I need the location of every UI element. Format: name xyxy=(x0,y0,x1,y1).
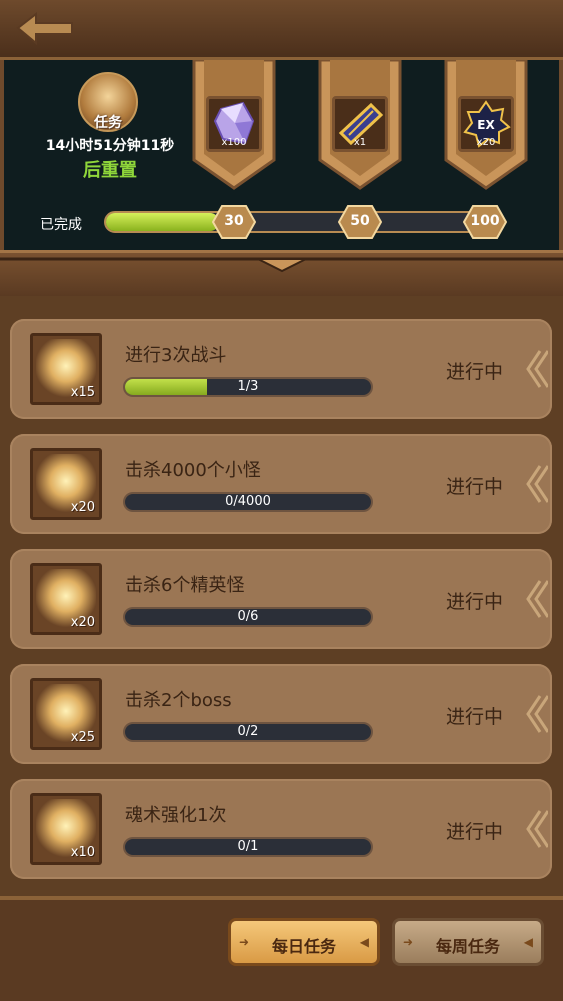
task-progress-text: 0/2 xyxy=(237,724,259,739)
reward-count: x20 xyxy=(476,137,496,148)
ornament-divider xyxy=(0,257,563,273)
task-icon-label: 任务 xyxy=(94,115,122,131)
task-status: 进行中 xyxy=(446,361,504,383)
reward-slot: x100 xyxy=(206,96,262,152)
chevron-left-icon xyxy=(526,350,548,388)
task-title: 击杀6个精英怪 xyxy=(125,575,245,596)
tab-label: 每周任务 xyxy=(435,937,500,956)
reward-banner-3[interactable]: EX x20 xyxy=(442,60,530,190)
milestone-value: 100 xyxy=(470,213,500,229)
task-progress-text: 0/1 xyxy=(237,839,259,854)
task-title: 击杀2个boss xyxy=(125,690,232,711)
reward-count: x20 xyxy=(70,500,95,515)
chevron-left-icon xyxy=(526,580,548,618)
tab-label: 每日任务 xyxy=(271,937,336,956)
reward-count: x20 xyxy=(70,615,95,630)
reward-scroll-slot: x15 xyxy=(30,333,102,405)
reward-scroll-slot: x20 xyxy=(30,448,102,520)
reward-banner-2[interactable]: x1 xyxy=(316,60,404,190)
reward-scroll-slot: x20 xyxy=(30,563,102,635)
header-divider xyxy=(0,250,563,296)
task-status: 进行中 xyxy=(446,706,504,728)
back-button[interactable] xyxy=(16,10,76,48)
task-card[interactable]: x10 魂术强化1次 0/1 进行中 xyxy=(10,779,552,879)
task-scroll-icon: 任务 xyxy=(78,72,138,132)
task-card[interactable]: x20 击杀4000个小怪 0/4000 进行中 xyxy=(10,434,552,534)
milestone-100[interactable]: 100 xyxy=(462,204,508,240)
back-arrow-icon xyxy=(16,11,73,46)
reward-scroll-slot: x25 xyxy=(30,678,102,750)
reset-label: 后重置 xyxy=(83,160,137,181)
task-card[interactable]: x20 击杀6个精英怪 0/6 进行中 xyxy=(10,549,552,649)
task-title: 魂术强化1次 xyxy=(125,805,227,826)
task-progress-text: 1/3 xyxy=(237,379,259,394)
task-card[interactable]: x15 进行3次战斗 1/3 进行中 xyxy=(10,319,552,419)
task-progress-bar: 1/3 xyxy=(123,377,373,397)
milestone-value: 30 xyxy=(224,213,244,229)
reward-count: x100 xyxy=(221,137,247,148)
task-title: 击杀4000个小怪 xyxy=(125,460,261,481)
reward-count: x1 xyxy=(353,137,367,148)
chevron-left-icon xyxy=(526,465,548,503)
svg-text:EX: EX xyxy=(477,118,495,132)
activity-progress-fill xyxy=(106,213,219,231)
tab-weekly-tasks[interactable]: ➜ 每周任务 ◀ xyxy=(392,918,544,966)
top-bar xyxy=(0,0,563,60)
task-title: 进行3次战斗 xyxy=(125,345,227,366)
reset-timer: 14小时51分钟11秒 xyxy=(45,138,175,154)
reward-slot: x1 xyxy=(332,96,388,152)
task-status: 进行中 xyxy=(446,821,504,843)
task-progress-bar: 0/2 xyxy=(123,722,373,742)
arrow-left-icon: ◀ xyxy=(523,935,533,949)
task-status: 进行中 xyxy=(446,591,504,613)
reward-count: x15 xyxy=(70,385,95,400)
milestone-50[interactable]: 50 xyxy=(337,204,383,240)
task-progress-text: 0/4000 xyxy=(225,494,271,509)
activity-progress-bar xyxy=(104,211,496,233)
reward-count: x25 xyxy=(70,730,95,745)
reward-banner-1[interactable]: x100 xyxy=(190,60,278,190)
reward-slot: EX x20 xyxy=(458,96,514,152)
task-progress-bar: 0/1 xyxy=(123,837,373,857)
task-progress-bar: 0/6 xyxy=(123,607,373,627)
completed-label: 已完成 xyxy=(40,217,82,233)
reward-count: x10 xyxy=(70,845,95,860)
task-progress-bar: 0/4000 xyxy=(123,492,373,512)
reward-scroll-slot: x10 xyxy=(30,793,102,865)
task-card[interactable]: x25 击杀2个boss 0/2 进行中 xyxy=(10,664,552,764)
milestone-value: 50 xyxy=(350,213,370,229)
chevron-left-icon xyxy=(526,695,548,733)
milestone-30[interactable]: 30 xyxy=(211,204,257,240)
arrow-left-icon: ◀ xyxy=(359,935,369,949)
chevron-left-icon xyxy=(526,810,548,848)
task-status: 进行中 xyxy=(446,476,504,498)
task-progress-text: 0/6 xyxy=(237,609,259,624)
tab-daily-tasks[interactable]: ➜ 每日任务 ◀ xyxy=(228,918,380,966)
